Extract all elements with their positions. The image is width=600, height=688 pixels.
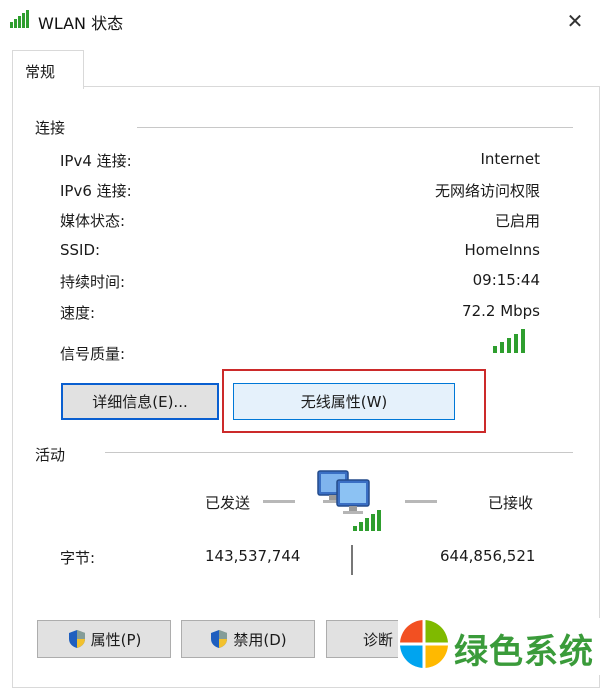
network-computers-icon <box>317 470 381 531</box>
bytes-divider <box>351 545 353 575</box>
bytes-label: 字节: <box>60 549 96 567</box>
media-state-label: 媒体状态: <box>60 212 126 230</box>
duration-value: 09:15:44 <box>472 271 540 289</box>
shield-icon <box>68 630 85 648</box>
bytes-received-value: 644,856,521 <box>440 547 536 565</box>
speed-value: 72.2 Mbps <box>462 302 540 320</box>
sent-label: 已发送 <box>205 494 251 512</box>
watermark: 绿色系统 <box>398 618 600 675</box>
ipv6-label: IPv6 连接: <box>60 182 132 200</box>
properties-button-label: 属性(P) <box>90 630 142 649</box>
diagnose-button-label: 诊断 <box>363 630 394 649</box>
bytes-sent-value: 143,537,744 <box>205 547 301 565</box>
activity-divider <box>105 452 573 453</box>
disable-button[interactable]: 禁用(D) <box>181 620 315 658</box>
tab-general-label: 常规 <box>25 63 56 81</box>
speed-label: 速度: <box>60 304 96 322</box>
activity-section-title: 活动 <box>35 446 66 464</box>
signal-strength-icon <box>493 329 525 353</box>
connection-section-title: 连接 <box>35 119 66 137</box>
duration-label: 持续时间: <box>60 273 126 291</box>
ssid-label: SSID: <box>60 241 101 259</box>
media-state-value: 已启用 <box>494 212 540 230</box>
shield-icon <box>211 630 228 648</box>
properties-button[interactable]: 属性(P) <box>37 620 171 658</box>
tab-general[interactable]: 常规 <box>12 50 84 89</box>
wifi-signal-icon <box>10 10 29 28</box>
title-bar: WLAN 状态 ✕ <box>0 0 600 42</box>
connection-divider <box>137 127 573 128</box>
window-title: WLAN 状态 <box>38 14 124 33</box>
ipv6-value: 无网络访问权限 <box>434 182 540 200</box>
received-label: 已接收 <box>488 494 534 512</box>
wireless-properties-button[interactable]: 无线属性(W) <box>233 383 455 420</box>
signal-quality-label: 信号质量: <box>60 345 126 363</box>
received-dash <box>405 500 437 503</box>
disable-button-label: 禁用(D) <box>233 630 287 649</box>
details-button[interactable]: 详细信息(E)... <box>61 383 219 420</box>
windows-logo-icon <box>400 620 448 668</box>
ssid-value: HomeInns <box>464 241 540 259</box>
sent-dash <box>263 500 295 503</box>
watermark-text: 绿色系统 <box>454 632 594 672</box>
ipv4-value: Internet <box>480 150 540 168</box>
close-button[interactable]: ✕ <box>560 6 590 36</box>
ipv4-label: IPv4 连接: <box>60 152 132 170</box>
